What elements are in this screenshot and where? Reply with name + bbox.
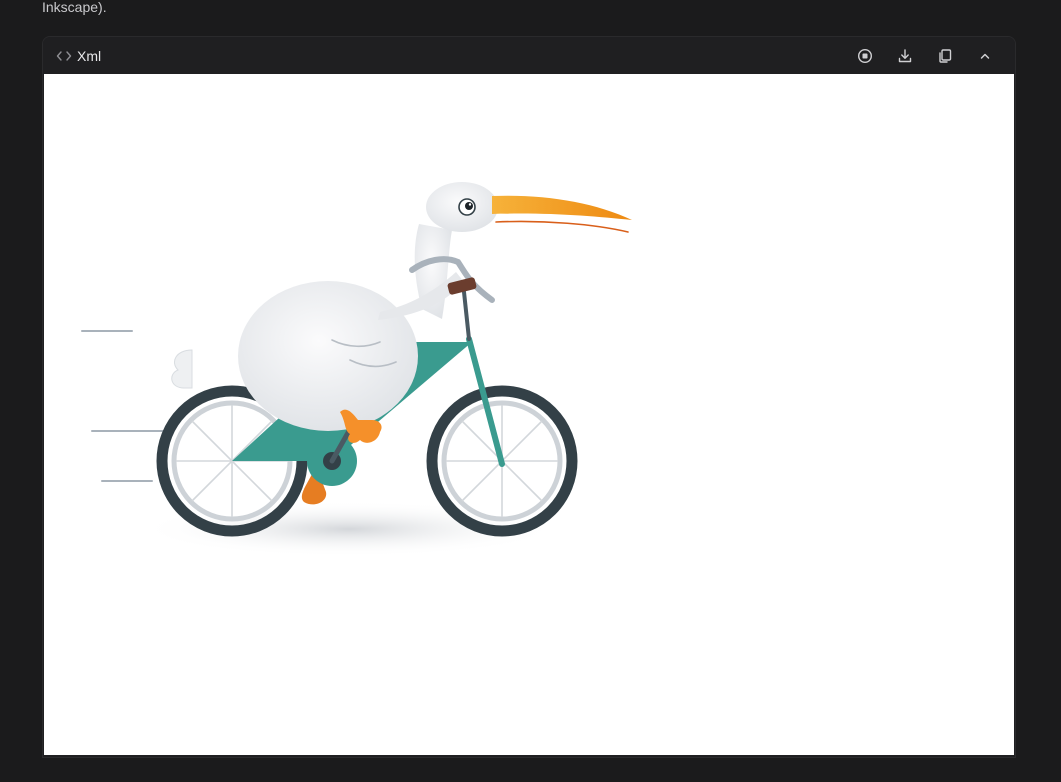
code-block-toolbar (845, 37, 1005, 74)
code-block-header: Xml (43, 37, 1015, 74)
language-indicator: Xml (56, 48, 101, 64)
collapse-button[interactable] (965, 37, 1005, 74)
download-button[interactable] (885, 37, 925, 74)
bird-eye (458, 198, 476, 216)
svg-preview (44, 74, 1014, 755)
tail-feathers (171, 349, 193, 389)
bird-riding-bicycle-illustration (81, 182, 632, 557)
stop-button[interactable] (845, 37, 885, 74)
copy-button[interactable] (925, 37, 965, 74)
copy-icon (939, 48, 952, 63)
beak-underline (495, 220, 629, 233)
chevron-up-icon (980, 53, 990, 59)
bird-beak (492, 195, 632, 220)
code-block-panel: Xml (42, 36, 1016, 758)
language-label: Xml (77, 47, 102, 64)
download-icon (898, 48, 912, 62)
intro-text: Inkscape). (42, 0, 107, 15)
bird-body (238, 281, 418, 431)
stop-circle-icon (857, 48, 873, 63)
code-brackets-icon (56, 50, 72, 61)
